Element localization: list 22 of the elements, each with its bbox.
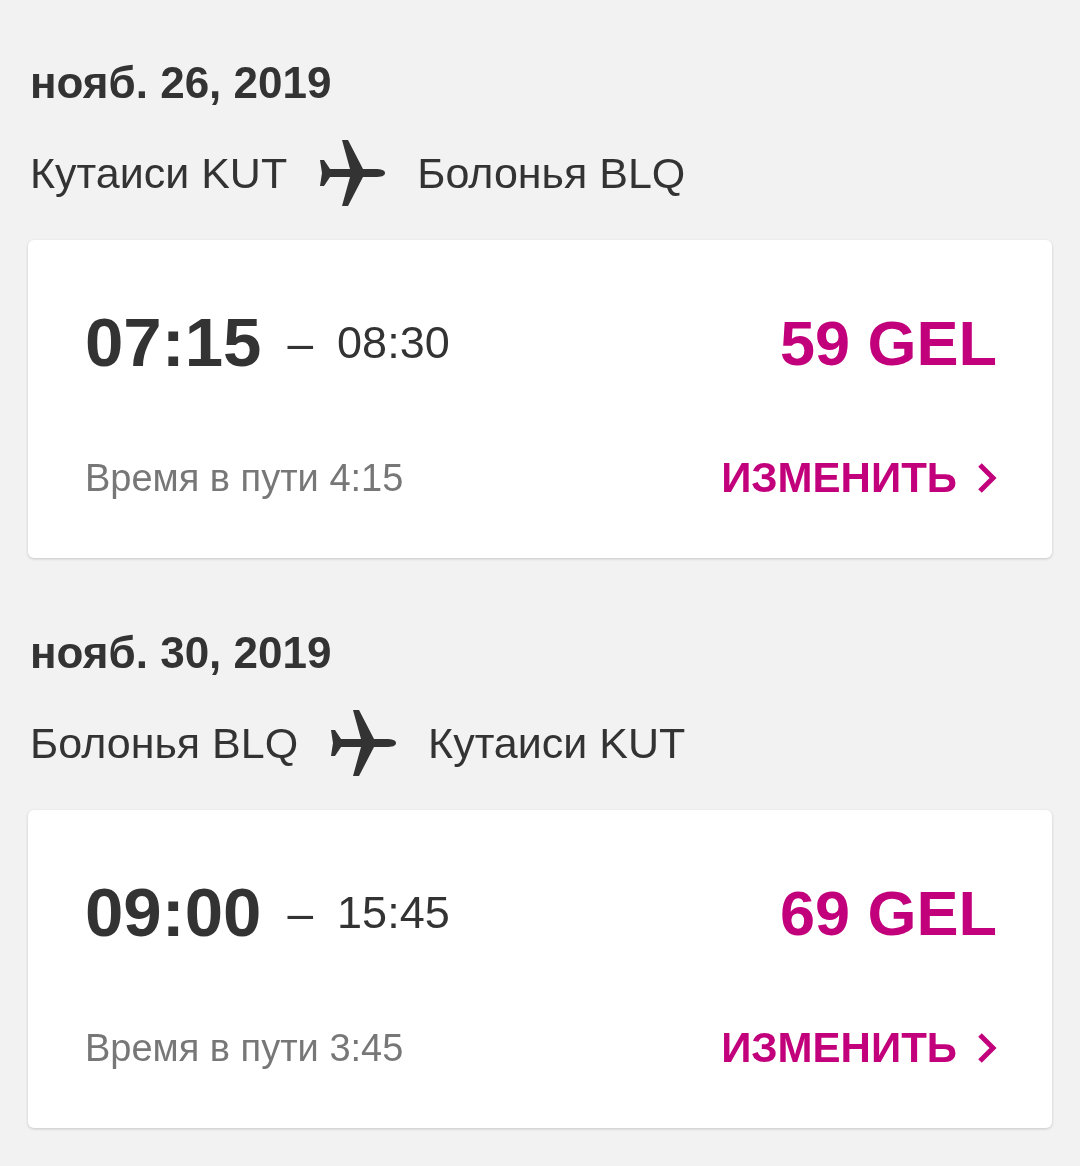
time-separator: – [287, 887, 314, 939]
arrival-time: 08:30 [337, 317, 450, 369]
origin-airport: Кутаиси KUT [30, 148, 288, 199]
origin-airport: Болонья BLQ [30, 718, 299, 769]
airplane-icon [317, 138, 388, 208]
change-button[interactable]: ИЗМЕНИТЬ [721, 1023, 997, 1073]
departure-time: 07:15 [85, 303, 262, 383]
departure-time: 09:00 [85, 873, 262, 953]
flight-date: нояб. 26, 2019 [30, 57, 332, 109]
destination-airport: Болонья BLQ [417, 148, 686, 199]
arrival-time: 15:45 [337, 887, 450, 939]
flight-duration: Время в пути 3:45 [85, 1026, 404, 1071]
airplane-icon [328, 708, 399, 778]
chevron-right-icon [977, 462, 997, 494]
change-button[interactable]: ИЗМЕНИТЬ [721, 453, 997, 503]
flight-duration: Время в пути 4:15 [85, 456, 404, 501]
destination-airport: Кутаиси KUT [428, 718, 686, 769]
flight-price: 69 GEL [779, 877, 997, 950]
flight-price: 59 GEL [779, 307, 997, 380]
time-separator: – [287, 317, 314, 369]
flight-date: нояб. 30, 2019 [30, 627, 332, 679]
chevron-right-icon [977, 1032, 997, 1064]
